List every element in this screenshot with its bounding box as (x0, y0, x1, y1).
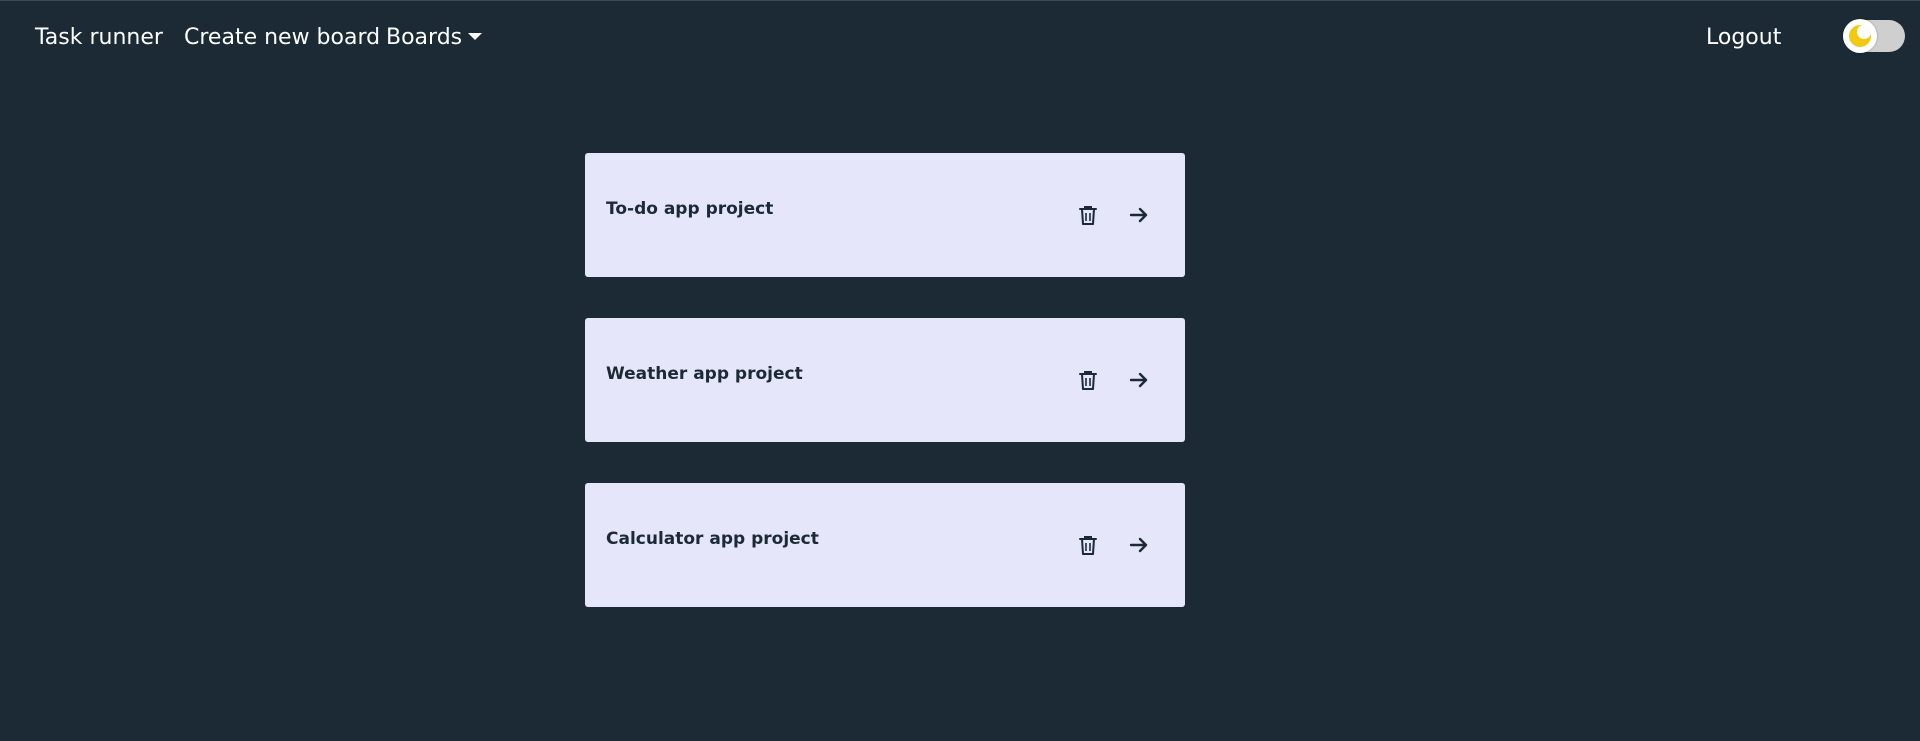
board-card[interactable]: Calculator app project (585, 483, 1185, 607)
board-card[interactable]: To-do app project (585, 153, 1185, 277)
boards-dropdown[interactable]: Boards (386, 23, 483, 53)
trash-icon (1079, 536, 1097, 555)
board-card[interactable]: Weather app project (585, 318, 1185, 442)
board-list: To-do app project Weather app project Ca… (585, 153, 1185, 648)
open-board-button[interactable] (1124, 365, 1154, 395)
delete-board-button[interactable] (1073, 200, 1103, 230)
board-title: Weather app project (606, 364, 803, 384)
trash-icon (1079, 371, 1097, 390)
brand-link[interactable]: Task runner (35, 23, 163, 53)
logout-link[interactable]: Logout (1706, 23, 1781, 53)
theme-toggle[interactable] (1843, 19, 1905, 53)
arrow-right-icon (1129, 207, 1148, 223)
moon-icon (1849, 25, 1871, 47)
delete-board-button[interactable] (1073, 365, 1103, 395)
caret-down-icon (468, 32, 483, 40)
board-title: Calculator app project (606, 529, 819, 549)
boards-dropdown-label: Boards (386, 25, 463, 50)
create-board-link[interactable]: Create new board (184, 23, 380, 53)
delete-board-button[interactable] (1073, 530, 1103, 560)
open-board-button[interactable] (1124, 200, 1154, 230)
toggle-knob (1843, 19, 1877, 53)
board-title: To-do app project (606, 199, 774, 219)
arrow-right-icon (1129, 537, 1148, 553)
open-board-button[interactable] (1124, 530, 1154, 560)
trash-icon (1079, 206, 1097, 225)
arrow-right-icon (1129, 372, 1148, 388)
navbar: Task runner Create new board Boards Logo… (0, 1, 1920, 73)
